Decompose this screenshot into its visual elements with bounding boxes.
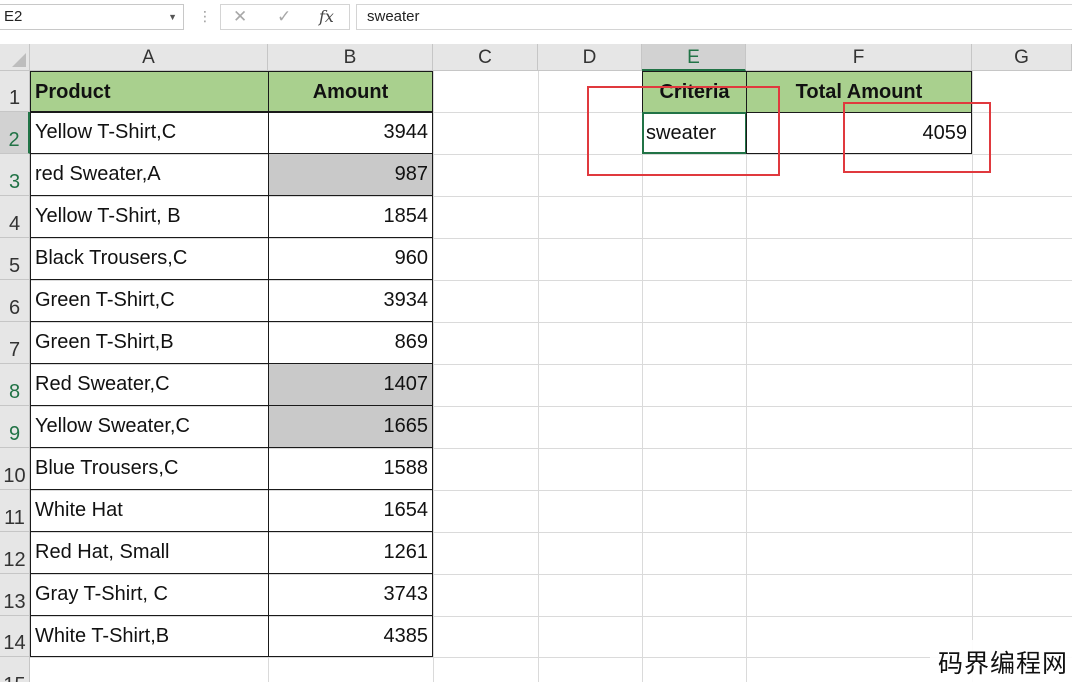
row-header-10[interactable]: 10 <box>0 448 30 490</box>
amount-cell[interactable]: 1665 <box>268 405 433 448</box>
name-box-value: E2 <box>4 8 23 25</box>
name-box[interactable]: E2 ▼ <box>0 4 184 30</box>
row-header-11[interactable]: 11 <box>0 490 30 532</box>
amount-cell[interactable]: 1588 <box>268 447 433 490</box>
amount-cell[interactable]: 1654 <box>268 489 433 532</box>
product-cell[interactable]: red Sweater,A <box>30 153 269 196</box>
column-header-a[interactable]: A <box>30 44 268 71</box>
product-cell[interactable]: Yellow Sweater,C <box>30 405 269 448</box>
row-header-15[interactable]: 15 <box>0 657 30 682</box>
product-cell[interactable]: Green T-Shirt,C <box>30 279 269 322</box>
amount-cell[interactable]: 1261 <box>268 531 433 574</box>
row-header-8[interactable]: 8 <box>0 364 30 406</box>
total-annotation-box <box>843 102 991 173</box>
cell-b1-amount-header[interactable]: Amount <box>268 71 433 113</box>
row-header-2[interactable]: 2 <box>0 112 30 154</box>
amount-cell[interactable]: 987 <box>268 153 433 196</box>
column-header-b[interactable]: B <box>268 44 433 71</box>
product-cell[interactable]: Green T-Shirt,B <box>30 321 269 364</box>
row-header-12[interactable]: 12 <box>0 532 30 574</box>
select-all-button[interactable] <box>0 44 30 71</box>
formula-bar: E2 ▼ ⋮ ✕ ✓ fx sweater <box>0 0 1072 36</box>
row-header-4[interactable]: 4 <box>0 196 30 238</box>
amount-cell[interactable]: 869 <box>268 321 433 364</box>
amount-cell[interactable]: 1407 <box>268 363 433 406</box>
product-cell[interactable]: Blue Trousers,C <box>30 447 269 490</box>
row-header-14[interactable]: 14 <box>0 616 30 657</box>
spreadsheet-grid[interactable]: ABCDEFG 123456789101112131415 Product Am… <box>0 44 1072 682</box>
amount-cell[interactable]: 3743 <box>268 573 433 616</box>
product-cell[interactable]: Red Hat, Small <box>30 531 269 574</box>
select-all-triangle-icon <box>12 53 26 67</box>
formula-input[interactable]: sweater <box>356 4 1072 30</box>
amount-cell[interactable]: 960 <box>268 237 433 280</box>
insert-function-icon[interactable]: fx <box>319 7 334 27</box>
amount-cell[interactable]: 4385 <box>268 615 433 657</box>
row-header-9[interactable]: 9 <box>0 406 30 448</box>
watermark-logo: 码界编程网 <box>929 640 1072 682</box>
cell-a1-product-header[interactable]: Product <box>30 71 269 113</box>
product-cell[interactable]: Yellow T-Shirt, B <box>30 195 269 238</box>
product-cell[interactable]: Gray T-Shirt, C <box>30 573 269 616</box>
product-cell[interactable]: Yellow T-Shirt,C <box>30 111 269 154</box>
amount-cell[interactable]: 3934 <box>268 279 433 322</box>
row-header-5[interactable]: 5 <box>0 238 30 280</box>
formula-tools: ✕ ✓ fx <box>220 4 350 30</box>
product-cell[interactable]: Red Sweater,C <box>30 363 269 406</box>
amount-cell[interactable]: 1854 <box>268 195 433 238</box>
column-header-f[interactable]: F <box>746 44 972 71</box>
amount-cell[interactable]: 3944 <box>268 111 433 154</box>
cancel-icon[interactable]: ✕ <box>233 7 247 27</box>
product-cell[interactable]: White T-Shirt,B <box>30 615 269 657</box>
enter-icon[interactable]: ✓ <box>277 7 291 27</box>
row-header-13[interactable]: 13 <box>0 574 30 616</box>
product-cell[interactable]: Black Trousers,C <box>30 237 269 280</box>
more-options-icon[interactable]: ⋮ <box>198 6 212 26</box>
criteria-annotation-box <box>587 86 780 176</box>
column-header-c[interactable]: C <box>433 44 538 71</box>
column-header-g[interactable]: G <box>972 44 1072 71</box>
product-cell[interactable]: White Hat <box>30 489 269 532</box>
row-header-6[interactable]: 6 <box>0 280 30 322</box>
row-header-7[interactable]: 7 <box>0 322 30 364</box>
column-header-e[interactable]: E <box>642 44 746 71</box>
row-header-1[interactable]: 1 <box>0 71 30 112</box>
row-header-3[interactable]: 3 <box>0 154 30 196</box>
chevron-down-icon[interactable]: ▼ <box>168 5 177 29</box>
column-header-d[interactable]: D <box>538 44 642 71</box>
